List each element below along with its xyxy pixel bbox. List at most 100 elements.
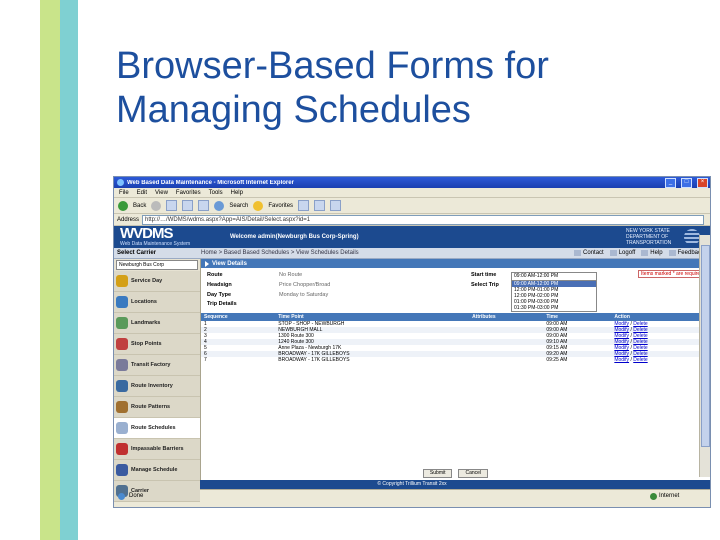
schedule-icon <box>116 422 128 434</box>
welcome-text: Welcome admin(Newburgh Bus Corp-Spring) <box>230 234 359 240</box>
cancel-button[interactable]: Cancel <box>458 469 489 478</box>
slide-title: Browser-Based Forms for Managing Schedul… <box>116 45 549 131</box>
nav-impassable-barriers[interactable]: Impassable Barriers <box>114 439 200 460</box>
col-sequence[interactable]: Sequence <box>201 313 276 321</box>
detail-day-type: Day Type Monday to Saturday <box>207 292 507 298</box>
close-icon[interactable]: × <box>697 177 708 188</box>
nav-label: Service Day <box>131 278 163 284</box>
col-time-point[interactable]: Time Point <box>275 313 470 321</box>
nav-label: Route Inventory <box>131 383 173 389</box>
nav-stop-points[interactable]: Stop Points <box>114 334 200 355</box>
search-button[interactable]: Search <box>229 203 248 209</box>
nav-label: Transit Factory <box>131 362 171 368</box>
stop-icon[interactable] <box>166 200 178 211</box>
menu-view[interactable]: View <box>155 190 168 196</box>
delete-link[interactable]: Delete <box>633 357 647 363</box>
form-buttons: Submit Cancel <box>201 469 710 478</box>
address-bar: Address http://…/WDMS/wdms.aspx?App=AIS/… <box>114 214 710 226</box>
menu-tools[interactable]: Tools <box>209 190 223 196</box>
detail-value: No Route <box>279 272 303 278</box>
search-icon[interactable] <box>214 200 225 211</box>
modify-link[interactable]: Modify <box>614 357 629 363</box>
tool-contact[interactable]: Contact <box>574 250 604 256</box>
back-button[interactable]: Back <box>133 203 146 209</box>
location-icon <box>116 296 128 308</box>
stop-point-icon <box>116 338 128 350</box>
nav-transit-factory[interactable]: Transit Factory <box>114 355 200 376</box>
detail-key: Route <box>207 272 223 278</box>
menu-help[interactable]: Help <box>231 190 243 196</box>
manage-icon <box>116 464 128 476</box>
maximize-icon[interactable]: □ <box>681 177 692 188</box>
internet-zone-icon <box>650 492 657 500</box>
col-time[interactable]: Time <box>543 313 612 321</box>
nav-label: Manage Schedule <box>131 467 178 473</box>
pattern-icon <box>116 401 128 413</box>
mail-icon[interactable] <box>314 200 326 211</box>
col-action: Action <box>611 313 710 321</box>
detail-key: Day Type <box>207 292 232 298</box>
minimize-icon[interactable]: _ <box>665 177 676 188</box>
tool-help[interactable]: Help <box>641 250 663 256</box>
menu-bar: File Edit View Favorites Tools Help <box>114 188 710 198</box>
expand-icon[interactable] <box>205 260 209 267</box>
cell-attributes <box>469 357 543 363</box>
nav-service-day[interactable]: Service Day <box>114 271 200 292</box>
logoff-icon <box>609 250 617 256</box>
nav-manage-schedule[interactable]: Manage Schedule <box>114 460 200 481</box>
detail-route: Route No Route <box>207 272 507 278</box>
refresh-icon[interactable] <box>182 200 194 211</box>
forward-icon[interactable] <box>151 200 162 211</box>
favorites-icon[interactable] <box>253 200 264 211</box>
app-footer: © Copyright Trillium Transit 2xx <box>114 480 710 489</box>
nav-label: Landmarks <box>131 320 161 326</box>
detail-key: Headsign <box>207 282 232 288</box>
tool-label: Contact <box>583 250 604 256</box>
view-details-header: View Details <box>201 259 710 268</box>
factory-icon <box>116 359 128 371</box>
landmark-icon <box>116 317 128 329</box>
address-label: Address <box>117 216 140 223</box>
app-body: Newburgh Bus Corp Service Day Locations … <box>114 259 710 502</box>
col-attributes[interactable]: Attributes <box>469 313 544 321</box>
carrier-select[interactable]: Newburgh Bus Corp <box>116 260 198 270</box>
window-title: Web Based Data Maintenance - Microsoft I… <box>127 179 294 186</box>
menu-file[interactable]: File <box>119 190 129 196</box>
detail-key: Trip Details <box>207 301 237 307</box>
menu-favorites[interactable]: Favorites <box>176 190 201 196</box>
select-carrier-label: Select Carrier <box>117 250 157 256</box>
detail-trip-details: Trip Details <box>207 301 507 307</box>
print-icon[interactable] <box>330 200 342 211</box>
vertical-scrollbar[interactable] <box>699 235 710 477</box>
zone-label: Internet <box>659 493 680 499</box>
breadcrumb[interactable]: Home > Based Based Schedules > View Sche… <box>201 250 574 256</box>
history-icon[interactable] <box>298 200 310 211</box>
submit-button[interactable]: Submit <box>422 469 453 478</box>
browser-statusbar: Done Internet <box>114 489 710 502</box>
main-content: View Details Items marked * are required… <box>201 259 710 480</box>
address-input[interactable]: http://…/WDMS/wdms.aspx?App=AIS/Detail/S… <box>142 214 704 225</box>
section-title: View Details <box>212 260 247 267</box>
nav-route-schedules[interactable]: Route Schedules <box>114 418 200 439</box>
browser-icon <box>117 179 124 186</box>
nav-landmarks[interactable]: Landmarks <box>114 313 200 334</box>
back-icon[interactable] <box>118 200 128 211</box>
nav-route-inventory[interactable]: Route Inventory <box>114 376 200 397</box>
window-titlebar: Web Based Data Maintenance - Microsoft I… <box>114 177 710 188</box>
trip-listbox[interactable]: 09:00 AM-12:00 PM 12:00 PM-01:00 PM 12:0… <box>511 280 597 312</box>
tool-logoff[interactable]: Logoff <box>609 250 635 256</box>
nav-route-patterns[interactable]: Route Patterns <box>114 397 200 418</box>
nysdot-line: TRANSPORTATION <box>626 240 672 246</box>
nav-label: Route Patterns <box>131 404 171 410</box>
scrollbar-thumb[interactable] <box>701 245 710 447</box>
nav-carrier[interactable]: Carrier <box>114 481 200 502</box>
favorites-button[interactable]: Favorites <box>268 203 293 209</box>
accent-bar-green <box>40 0 60 540</box>
contact-icon <box>574 250 582 256</box>
menu-edit[interactable]: Edit <box>137 190 147 196</box>
select-trip-label: Select Trip <box>471 282 499 288</box>
table-row: 7 BROADWAY - 17K GILLEBOYS 09:25 AM Modify … <box>201 357 710 363</box>
nav-locations[interactable]: Locations <box>114 292 200 313</box>
trip-option[interactable]: 01:30 PM-03:00 PM <box>512 305 596 311</box>
home-icon[interactable] <box>198 200 210 211</box>
